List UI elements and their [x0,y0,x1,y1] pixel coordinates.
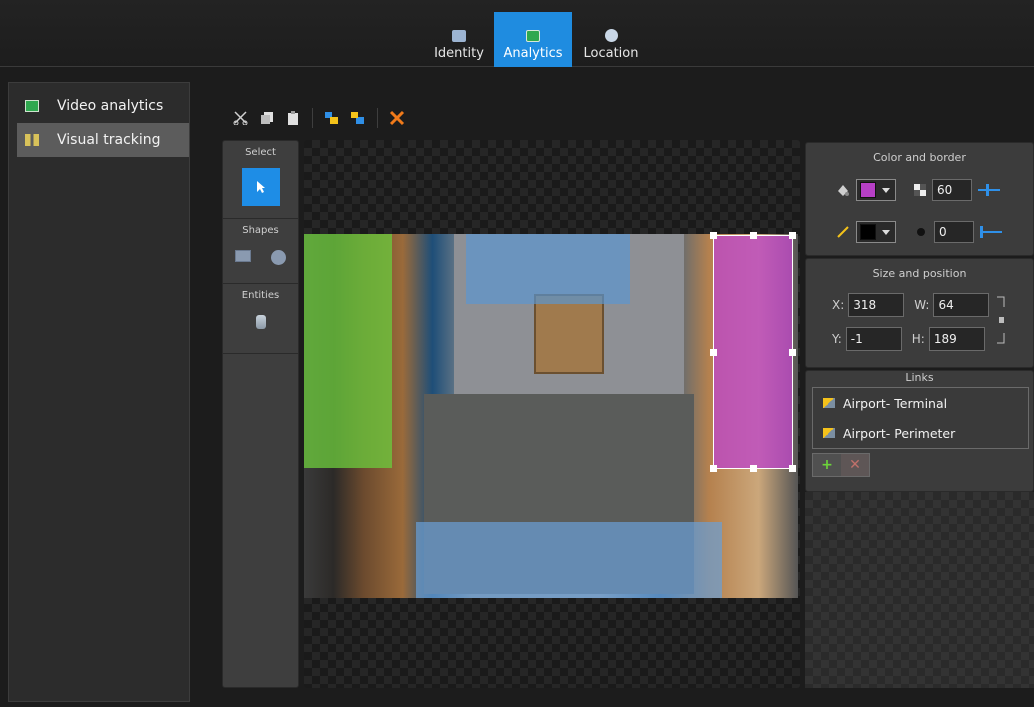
delete-icon[interactable] [384,105,410,131]
location-icon [604,29,618,42]
entities-label: Entities [241,290,280,301]
chevron-down-icon [882,229,890,235]
sidebar-item-label: Visual tracking [57,132,161,148]
entity-icon[interactable] [255,315,266,329]
camera-video-frame [304,232,798,598]
border-width-slider[interactable] [980,226,1002,238]
border-width-icon [917,228,925,236]
toolbar-divider [377,108,378,128]
tab-analytics[interactable]: Analytics [494,12,572,67]
tab-identity[interactable]: Identity [428,12,490,67]
opacity-icon [914,184,926,196]
select-label: Select [245,147,276,158]
w-label: W: [914,298,930,312]
sidebar-item-video-analytics[interactable]: Video analytics [17,89,189,123]
shapes-section: Shapes [223,219,298,284]
resize-handle[interactable] [789,232,796,239]
x-input[interactable]: 318 [848,293,905,317]
pointer-icon [256,181,265,193]
pen-icon [837,226,849,238]
slider-knob[interactable] [986,184,989,196]
color-border-section: Color and border 60 0 [805,142,1034,256]
overlay-zone-blue-bottom[interactable] [416,522,722,598]
analytics-icon [526,30,540,42]
h-input[interactable]: 189 [928,327,985,351]
entities-section: Entities [223,284,298,354]
list-item[interactable]: Airport- Terminal [813,388,1028,418]
resize-handle[interactable] [710,349,717,356]
video-door [534,294,604,374]
section-title: Size and position [872,267,967,280]
links-section: Links Airport- Terminal Airport- Perimet… [805,370,1034,492]
add-link-button[interactable]: + [813,454,841,476]
link-icon [823,398,835,408]
properties-panel: Color and border 60 0 Size and position [805,140,1034,688]
paste-icon[interactable] [280,105,306,131]
opacity-slider[interactable] [978,184,1000,196]
size-position-section: Size and position X: 318 W: 64 Y: -1 H: … [805,258,1034,368]
resize-handle[interactable] [750,465,757,472]
border-width-input[interactable]: 0 [934,221,974,243]
visual-tracking-icon [25,134,39,146]
chevron-down-icon [882,187,890,193]
top-tab-bar: Identity Analytics Location [0,0,1034,67]
panel-empty-area [805,492,1034,688]
section-title: Links [905,371,934,384]
border-color-swatch [860,224,876,240]
sidebar-item-label: Video analytics [57,98,164,114]
shapes-label: Shapes [242,225,279,236]
fill-color-swatch [860,182,876,198]
h-label: H: [911,332,925,346]
link-label: Airport- Perimeter [843,425,956,441]
link-label: Airport- Terminal [843,395,948,411]
sidebar: Video analytics Visual tracking [8,82,190,702]
tab-location[interactable]: Location [580,12,642,67]
resize-handle[interactable] [710,465,717,472]
resize-handle[interactable] [789,465,796,472]
ellipse-shape-icon[interactable] [271,250,286,265]
sidebar-item-visual-tracking[interactable]: Visual tracking [17,123,189,157]
y-input[interactable]: -1 [845,327,902,351]
overlay-zone-green[interactable] [304,234,392,468]
bring-forward-icon[interactable] [319,105,345,131]
aspect-lock-icon[interactable] [996,295,1006,347]
send-backward-icon[interactable] [345,105,371,131]
resize-handle[interactable] [710,232,717,239]
overlay-zone-blue-top[interactable] [466,234,630,304]
resize-handle[interactable] [750,232,757,239]
resize-handle[interactable] [789,349,796,356]
link-icon [823,428,835,438]
y-label: Y: [832,332,842,346]
copy-icon[interactable] [254,105,280,131]
video-canvas[interactable] [304,140,800,688]
toolbar-divider [312,108,313,128]
fill-bucket-icon [838,185,849,196]
tab-label: Analytics [503,46,563,61]
tab-label: Location [583,46,639,61]
list-item[interactable]: Airport- Perimeter [813,418,1028,448]
link-actions: + ✕ [812,453,870,477]
select-section: Select [223,141,298,219]
remove-link-button[interactable]: ✕ [841,454,869,476]
cut-icon[interactable] [228,105,254,131]
links-list: Airport- Terminal Airport- Perimeter [812,387,1029,449]
opacity-input[interactable]: 60 [932,179,972,201]
fill-color-dropdown[interactable] [856,179,896,201]
section-title: Color and border [873,151,966,164]
edit-toolbar [228,100,410,136]
overlay-zone-purple-selected[interactable] [710,232,796,472]
x-label: X: [832,298,845,312]
rectangle-shape-icon[interactable] [235,250,251,262]
video-analytics-icon [25,100,39,112]
tab-label: Identity [434,46,484,61]
w-input[interactable]: 64 [933,293,990,317]
border-color-dropdown[interactable] [856,221,896,243]
slider-knob[interactable] [980,226,983,238]
select-tool-button[interactable] [241,168,280,206]
tool-palette: Select Shapes Entities [222,140,299,688]
identity-icon [452,30,466,42]
